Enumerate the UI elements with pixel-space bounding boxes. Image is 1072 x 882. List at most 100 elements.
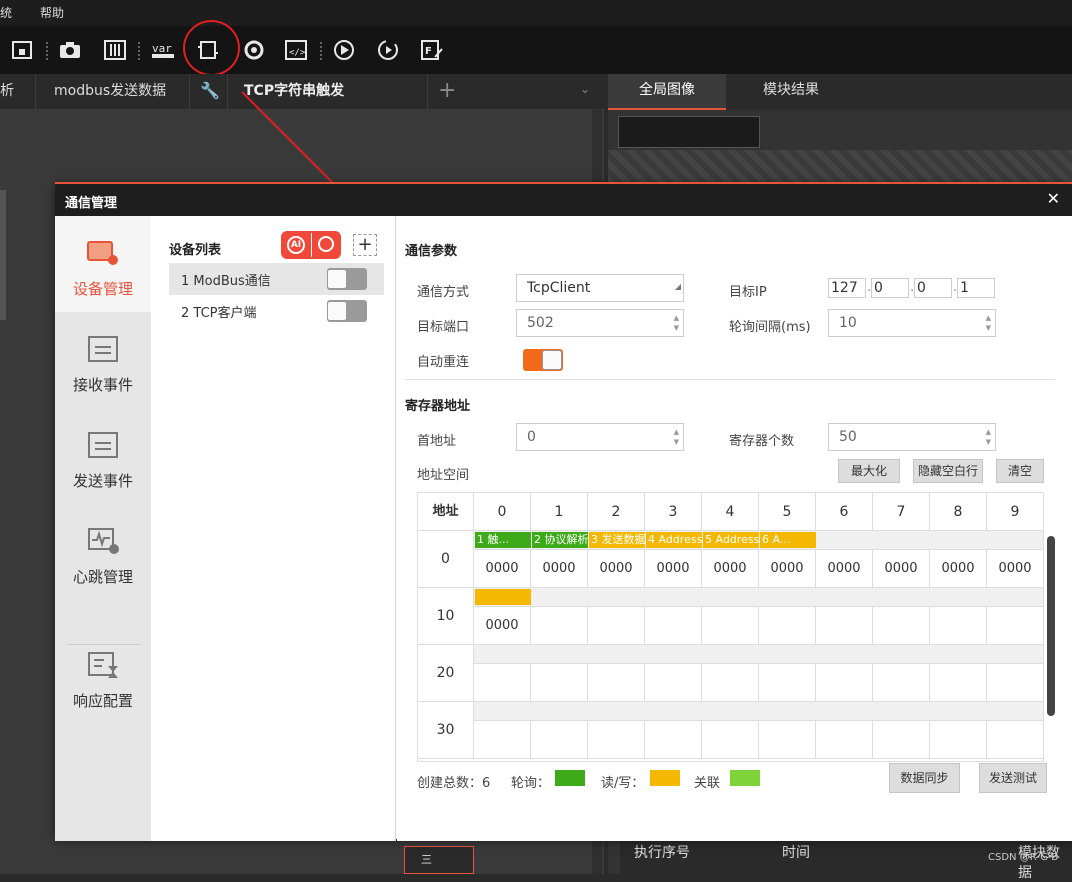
- camera-icon[interactable]: [58, 38, 82, 62]
- grid-scrollbar[interactable]: [1047, 536, 1055, 716]
- device-toggle-2[interactable]: [327, 300, 367, 322]
- target-port-label: 目标端口: [417, 320, 470, 335]
- wrench-icon[interactable]: 🔧: [190, 74, 228, 110]
- flow-edit-icon[interactable]: F: [420, 38, 444, 62]
- grid-cell[interactable]: [930, 721, 987, 759]
- grid-cell[interactable]: [531, 607, 588, 645]
- start-addr-spinner[interactable]: ▲ ▼: [674, 427, 679, 447]
- grid-cell[interactable]: [987, 607, 1043, 645]
- target-icon[interactable]: [242, 38, 266, 62]
- reg-count-input[interactable]: 50 ▲ ▼: [828, 423, 996, 451]
- send-icon: [88, 432, 118, 458]
- grid-cell[interactable]: [645, 721, 702, 759]
- ip-octet-4[interactable]: 1: [957, 278, 995, 298]
- grid-chip[interactable]: 5 Address: [703, 532, 759, 548]
- port-spinner[interactable]: ▲ ▼: [674, 313, 679, 333]
- auto-reconnect-toggle[interactable]: [523, 349, 563, 371]
- ai-search-button[interactable]: AI: [281, 231, 341, 259]
- grid-cell[interactable]: [759, 664, 816, 702]
- tab-global-image[interactable]: 全局图像: [608, 74, 726, 110]
- device-list-panel: 设备列表 AI + 1 ModBus通信 2 TCP客户端: [151, 216, 396, 841]
- comm-mode-select[interactable]: TcpClient ◢: [516, 274, 684, 302]
- grid-cell[interactable]: [474, 721, 531, 759]
- variable-icon[interactable]: var: [150, 38, 178, 62]
- sidebar-item-response[interactable]: 响应配置: [55, 650, 151, 730]
- ip-octet-1[interactable]: 127: [828, 278, 866, 298]
- total-count: 创建总数：6: [417, 776, 491, 791]
- grid-cell[interactable]: [759, 607, 816, 645]
- grid-cell[interactable]: [588, 664, 645, 702]
- start-addr-input[interactable]: 0 ▲ ▼: [516, 423, 684, 451]
- link-legend-label: 关联: [694, 776, 721, 791]
- grid-cell[interactable]: [531, 664, 588, 702]
- grid-cell[interactable]: [702, 664, 759, 702]
- grid-cell[interactable]: [873, 664, 930, 702]
- sliders-icon[interactable]: [103, 38, 127, 62]
- send-test-button[interactable]: 发送测试: [979, 763, 1047, 793]
- add-device-button[interactable]: +: [353, 234, 377, 256]
- ip-octet-2[interactable]: 0: [871, 278, 909, 298]
- sidebar-item-receive[interactable]: 接收事件: [55, 334, 151, 414]
- grid-cell[interactable]: [816, 607, 873, 645]
- reg-count-spinner[interactable]: ▲ ▼: [986, 427, 991, 447]
- comm-mode-label: 通信方式: [417, 285, 470, 300]
- tab-analysis[interactable]: 析: [0, 74, 36, 110]
- grid-value: 0000: [930, 550, 987, 588]
- tab-module-result[interactable]: 模块结果: [726, 74, 856, 110]
- grid-cell[interactable]: [759, 721, 816, 759]
- close-icon[interactable]: ✕: [1047, 189, 1060, 208]
- poll-interval-value: 10: [839, 315, 857, 331]
- image-select[interactable]: [618, 116, 760, 148]
- sidebar-item-heartbeat[interactable]: 心跳管理: [55, 526, 151, 606]
- grid-cell[interactable]: [588, 607, 645, 645]
- rw-legend-swatch: [650, 770, 680, 786]
- grid-chip[interactable]: 1 触...: [475, 532, 531, 548]
- device-row-2[interactable]: 2 TCP客户端: [169, 295, 384, 327]
- maximize-button[interactable]: 最大化: [838, 459, 900, 483]
- menu-system[interactable]: 统: [0, 4, 12, 21]
- chevron-down-icon[interactable]: ⌄: [580, 82, 590, 96]
- sidebar-item-send[interactable]: 发送事件: [55, 430, 151, 510]
- svg-text:F: F: [425, 46, 432, 57]
- menu-help[interactable]: 帮助: [40, 4, 64, 21]
- bottom-button[interactable]: 三: [404, 846, 474, 874]
- add-tab-icon[interactable]: +: [438, 78, 456, 103]
- run-loop-icon[interactable]: [376, 38, 400, 62]
- grid-chip-empty[interactable]: [475, 589, 531, 605]
- data-sync-button[interactable]: 数据同步: [889, 763, 960, 793]
- target-port-input[interactable]: 502 ▲ ▼: [516, 309, 684, 337]
- sidebar-label-response: 响应配置: [72, 692, 133, 710]
- grid-chip[interactable]: 3 发送数据: [589, 532, 645, 548]
- run-icon[interactable]: [332, 38, 356, 62]
- grid-cell[interactable]: [930, 607, 987, 645]
- grid-cell[interactable]: [531, 721, 588, 759]
- grid-cell[interactable]: [702, 721, 759, 759]
- ip-octet-3[interactable]: 0: [914, 278, 952, 298]
- grid-cell[interactable]: [816, 721, 873, 759]
- poll-spinner[interactable]: ▲ ▼: [986, 313, 991, 333]
- grid-cell[interactable]: [588, 721, 645, 759]
- tab-modbus-send[interactable]: modbus发送数据: [36, 74, 190, 110]
- lock-icon[interactable]: [10, 38, 34, 62]
- device-toggle-1[interactable]: [327, 268, 367, 290]
- grid-cell[interactable]: [987, 721, 1043, 759]
- grid-chip[interactable]: 2 协议解析: [532, 532, 588, 548]
- grid-chip[interactable]: 4 Address: [646, 532, 702, 548]
- script-icon[interactable]: </>: [284, 38, 308, 62]
- grid-cell[interactable]: [474, 664, 531, 702]
- grid-cell[interactable]: [702, 607, 759, 645]
- grid-cell[interactable]: [645, 664, 702, 702]
- grid-cell[interactable]: [873, 721, 930, 759]
- clear-button[interactable]: 清空: [996, 459, 1044, 483]
- poll-interval-input[interactable]: 10 ▲ ▼: [828, 309, 996, 337]
- grid-cell[interactable]: [930, 664, 987, 702]
- grid-cell[interactable]: [873, 607, 930, 645]
- grid-cell[interactable]: [645, 607, 702, 645]
- hide-empty-button[interactable]: 隐藏空白行: [913, 459, 983, 483]
- grid-chip[interactable]: 6 A...: [760, 532, 816, 548]
- grid-cell[interactable]: [987, 664, 1043, 702]
- device-row-1[interactable]: 1 ModBus通信: [169, 263, 384, 295]
- register-title: 寄存器地址: [405, 399, 471, 414]
- sidebar-item-device[interactable]: 设备管理: [55, 216, 151, 312]
- grid-cell[interactable]: [816, 664, 873, 702]
